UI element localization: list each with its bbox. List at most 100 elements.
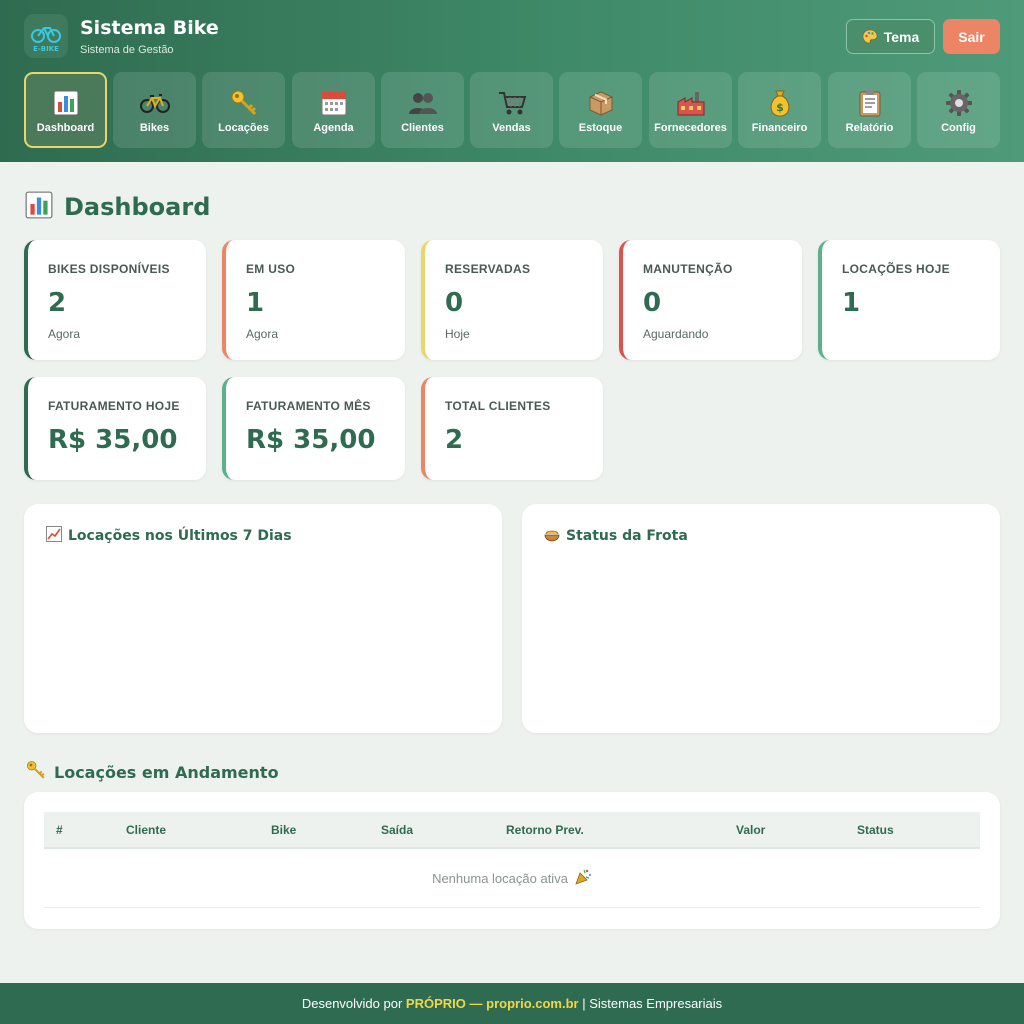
stat-label: BIKES DISPONÍVEIS [48, 262, 170, 276]
key-icon [229, 88, 259, 118]
rentals-chart-title: Locações nos Últimos 7 Dias [68, 528, 292, 544]
app-footer: Desenvolvido por PRÓPRIO — proprio.com.b… [0, 983, 1024, 1024]
nav-item-clientes[interactable]: Clientes [381, 72, 464, 148]
key-icon [26, 760, 46, 784]
stat-card-manutencao: MANUTENÇÃO 0 Aguardando [619, 240, 802, 360]
page-title: Dashboard [64, 193, 211, 221]
nav-label: Agenda [313, 122, 354, 134]
empty-message: Nenhuma locação ativa [432, 871, 568, 886]
stat-value: 0 [445, 288, 464, 318]
stat-label: TOTAL CLIENTES [445, 399, 551, 413]
stat-label: RESERVADAS [445, 262, 531, 276]
logout-button[interactable]: Sair [943, 19, 1000, 54]
stat-card-locacoes-hoje: LOCAÇÕES HOJE 1 [818, 240, 1000, 360]
pie-icon [544, 526, 560, 546]
page-header: Dashboard [24, 190, 210, 224]
stat-value: 1 [842, 288, 861, 318]
footer-suffix: | Sistemas Empresariais [582, 996, 723, 1011]
nav-label: Clientes [401, 122, 444, 134]
footer-prefix: Desenvolvido por [301, 996, 403, 1011]
bar-chart-icon [51, 88, 81, 118]
nav-label: Vendas [492, 122, 531, 134]
bike-logo-icon: E-BIKE [31, 27, 61, 53]
nav-item-relatorio[interactable]: Relatório [828, 72, 911, 148]
panel-title: Locações nos Últimos 7 Dias [46, 526, 292, 546]
stat-card-total-clientes: TOTAL CLIENTES 2 [421, 377, 603, 480]
stat-label: FATURAMENTO HOJE [48, 399, 180, 413]
theme-button-label: Tema [883, 28, 920, 45]
bar-chart-icon [24, 190, 54, 224]
bicycle-icon [139, 88, 170, 118]
column-header[interactable]: Bike [271, 823, 296, 837]
nav-item-vendas[interactable]: Vendas [470, 72, 553, 148]
stat-value: R$ 35,00 [48, 425, 178, 455]
nav-label: Financeiro [751, 122, 808, 134]
money-bag-icon: $ [765, 88, 795, 118]
nav-item-estoque[interactable]: Estoque [559, 72, 642, 148]
app-subtitle: Sistema de Gestão [80, 44, 174, 56]
stat-card-bikes-disponiveis: BIKES DISPONÍVEIS 2 Agora [24, 240, 206, 360]
app-title: Sistema Bike [80, 17, 219, 39]
party-popper-icon [574, 868, 592, 889]
footer-site-link[interactable]: proprio.com.br [486, 996, 578, 1011]
stat-card-em-uso: EM USO 1 Agora [222, 240, 405, 360]
nav-item-fornecedores[interactable]: Fornecedores [649, 72, 732, 148]
footer-brand[interactable]: PRÓPRIO [406, 996, 466, 1011]
nav-item-locacoes[interactable]: Locações [202, 72, 285, 148]
stat-note: Agora [246, 327, 279, 341]
active-rentals-title: Locações em Andamento [54, 762, 279, 782]
nav-item-config[interactable]: Config [917, 72, 1000, 148]
nav-item-dashboard[interactable]: Dashboard [24, 72, 107, 148]
clipboard-icon [855, 88, 885, 118]
trend-chart-icon [46, 526, 62, 546]
column-header[interactable]: Cliente [126, 823, 166, 837]
rentals-chart-panel: Locações nos Últimos 7 Dias [24, 504, 502, 733]
column-header[interactable]: Status [857, 823, 894, 837]
nav-label: Fornecedores [654, 122, 727, 134]
app-header: E-BIKE Sistema Bike Sistema de Gestão Te… [0, 0, 1024, 162]
users-icon [408, 88, 438, 118]
column-header[interactable]: Retorno Prev. [506, 823, 584, 837]
nav-label: Relatório [845, 122, 894, 134]
nav-item-agenda[interactable]: Agenda [292, 72, 375, 148]
stat-label: LOCAÇÕES HOJE [842, 262, 950, 276]
active-rentals-table: # Cliente Bike Saída Retorno Prev. Valor… [24, 792, 1000, 929]
stat-value: 1 [246, 288, 265, 318]
stat-note: Aguardando [643, 327, 709, 341]
panel-title: Status da Frota [544, 526, 688, 546]
palette-icon [862, 29, 878, 43]
theme-button[interactable]: Tema [846, 19, 935, 54]
stat-value: 2 [445, 425, 464, 455]
nav-label: Bikes [139, 122, 170, 134]
logo-text: E-BIKE [33, 45, 59, 53]
calendar-icon [319, 88, 349, 118]
nav-label: Config [941, 122, 976, 134]
nav-item-financeiro[interactable]: $ Financeiro [738, 72, 821, 148]
stat-label: EM USO [246, 262, 296, 276]
column-header[interactable]: # [56, 823, 63, 837]
stat-value: 0 [643, 288, 662, 318]
nav-item-bikes[interactable]: Bikes [113, 72, 196, 148]
nav-label: Locações [218, 122, 269, 134]
fleet-status-panel: Status da Frota [522, 504, 1000, 733]
column-header[interactable]: Valor [736, 823, 765, 837]
gear-icon [944, 88, 974, 118]
fleet-status-title: Status da Frota [566, 528, 688, 544]
nav-label: Estoque [578, 122, 623, 134]
box-icon [586, 88, 616, 118]
column-header[interactable]: Saída [381, 823, 413, 837]
stat-card-faturamento-hoje: FATURAMENTO HOJE R$ 35,00 [24, 377, 206, 480]
stat-label: FATURAMENTO MÊS [246, 399, 371, 413]
app-logo[interactable]: E-BIKE [24, 14, 68, 58]
stat-card-reservadas: RESERVADAS 0 Hoje [421, 240, 603, 360]
table-header: # Cliente Bike Saída Retorno Prev. Valor… [44, 812, 980, 849]
svg-text:$: $ [776, 101, 784, 114]
cart-icon [497, 88, 527, 118]
stat-note: Agora [48, 327, 81, 341]
stat-card-faturamento-mes: FATURAMENTO MÊS R$ 35,00 [222, 377, 405, 480]
stat-value: R$ 35,00 [246, 425, 376, 455]
factory-icon [676, 88, 706, 118]
stat-note: Hoje [445, 327, 470, 341]
nav-label: Dashboard [36, 122, 95, 134]
stat-label: MANUTENÇÃO [643, 262, 733, 276]
